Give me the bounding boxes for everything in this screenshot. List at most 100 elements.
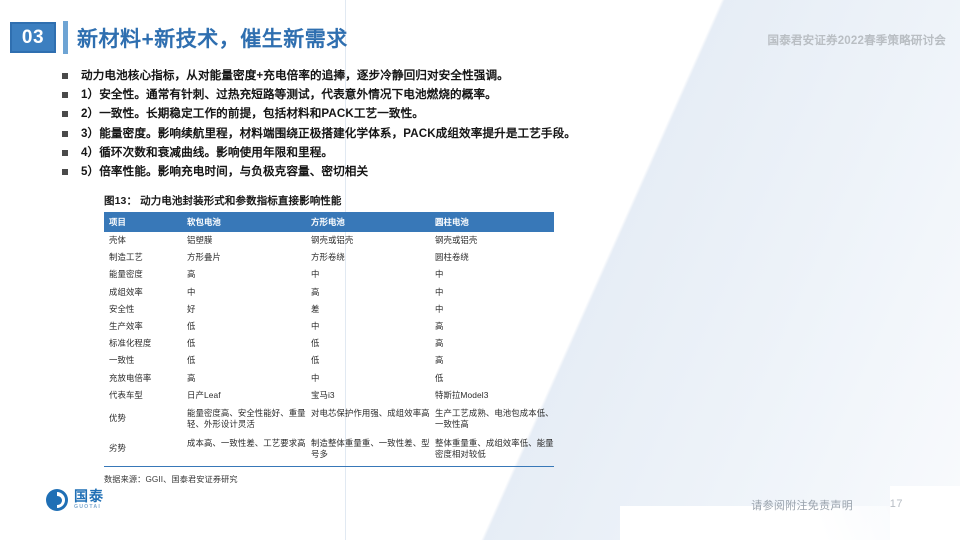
table-cell: 生产工艺成熟、电池包成本低、一致性高 [435, 407, 554, 429]
square-bullet-icon [62, 149, 68, 156]
row-label: 安全性 [109, 303, 135, 314]
table-row: 代表车型 日产Leaf 宝马i3 特斯拉Model3 [104, 387, 554, 404]
table-cell: 中 [435, 269, 444, 280]
table-cell: 成本高、一致性差、工艺要求高 [182, 433, 306, 467]
table-row: 制造工艺 方形叠片 方形卷绕 圆柱卷绕 [104, 249, 554, 266]
table-cell: 高 [187, 269, 196, 280]
table-cell: 日产Leaf [187, 389, 221, 400]
section-number-badge: 03 [10, 22, 56, 53]
table-cell: 中 [187, 286, 196, 297]
row-label: 劣势 [104, 433, 182, 467]
table-cell: 能量密度高、安全性能好、重量轻、外形设计灵活 [187, 407, 306, 429]
bullet-list: 动力电池核心指标，从对能量密度+充电倍率的追捧，逐步冷静回归对安全性强调。 1）… [62, 68, 662, 183]
company-logo: 国泰 GUOTAI [46, 489, 104, 511]
table-cell: 高 [435, 338, 444, 349]
row-label: 成组效率 [109, 286, 143, 297]
table-cell: 低 [187, 338, 196, 349]
table-row: 安全性 好 差 中 [104, 301, 554, 318]
table-row: 劣势 成本高、一致性差、工艺要求高 制造整体重量重、一致性差、型号多 整体重量重… [104, 433, 554, 467]
bullet-text: 动力电池核心指标，从对能量密度+充电倍率的追捧，逐步冷静回归对安全性强调。 [81, 69, 509, 82]
list-item: 1）安全性。通常有针刺、过热充短路等测试，代表意外情况下电池燃烧的概率。 [62, 87, 662, 102]
table-cell: 低 [187, 355, 196, 366]
table-row: 生产效率 低 中 高 [104, 318, 554, 335]
table-cell: 制造整体重量重、一致性差、型号多 [306, 433, 430, 467]
table-cell: 钢壳或铝壳 [435, 235, 478, 246]
comparison-table: 项目 软包电池 方形电池 圆柱电池 壳体 铝塑膜 钢壳或铝壳 钢壳或铝壳 制造工… [104, 212, 554, 467]
list-item: 5）倍率性能。影响充电时间，与负极克容量、密切相关 [62, 164, 662, 179]
table-cell: 低 [187, 321, 196, 332]
table-cell: 中 [435, 303, 444, 314]
list-item: 动力电池核心指标，从对能量密度+充电倍率的追捧，逐步冷静回归对安全性强调。 [62, 68, 662, 83]
table-cell: 高 [311, 286, 320, 297]
slide-canvas: 03 新材料+新技术，催生新需求 国泰君安证券2022春季策略研讨会 动力电池核… [0, 0, 960, 540]
page-number: 17 [889, 498, 903, 510]
bullet-text: 2）一致性。长期稳定工作的前提，包括材料和PACK工艺一致性。 [81, 107, 424, 121]
table-cell: 低 [311, 355, 320, 366]
table-row: 一致性 低 低 高 [104, 352, 554, 369]
square-bullet-icon [62, 130, 68, 137]
title-divider-rule [63, 21, 68, 54]
table-cell: 好 [187, 303, 196, 314]
list-item: 2）一致性。长期稳定工作的前提，包括材料和PACK工艺一致性。 [62, 106, 662, 121]
table-cell: 对电芯保护作用强、成组效率高 [311, 407, 430, 418]
row-label: 能量密度 [109, 269, 143, 280]
row-label: 壳体 [109, 235, 126, 246]
bullet-text: 4）循环次数和衰减曲线。影响使用年限和里程。 [81, 145, 334, 159]
figure-block: 图13： 动力电池封装形式和参数指标直接影响性能 项目 软包电池 方形电池 圆柱… [104, 193, 554, 485]
row-label: 充放电倍率 [109, 372, 152, 383]
logo-latin-name: GUOTAI [74, 504, 101, 511]
logo-mark-icon [46, 489, 68, 511]
row-label: 代表车型 [109, 389, 143, 400]
row-label: 优势 [109, 413, 126, 424]
table-cell: 高 [187, 372, 196, 383]
table-cell: 整体重量重、成组效率低、能量密度相对较低 [430, 433, 554, 467]
figure-source: 数据来源：GGII、国泰君安证券研究 [104, 474, 238, 484]
table-cell: 方形叠片 [187, 252, 221, 263]
page-title: 新材料+新技术，催生新需求 [77, 28, 348, 51]
table-cell: 高 [435, 321, 444, 332]
background-corner-block [890, 486, 960, 540]
square-bullet-icon [62, 111, 68, 118]
row-label: 一致性 [109, 355, 135, 366]
table-cell: 钢壳或铝壳 [311, 235, 354, 246]
row-label: 标准化程度 [109, 338, 152, 349]
table-cell: 中 [311, 269, 320, 280]
figure-caption: 图13： 动力电池封装形式和参数指标直接影响性能 [104, 195, 342, 207]
table-cell: 低 [435, 372, 444, 383]
table-cell: 圆柱卷绕 [435, 252, 469, 263]
table-cell: 铝塑膜 [187, 235, 213, 246]
table-cell: 特斯拉Model3 [435, 389, 489, 400]
table-cell: 差 [311, 303, 320, 314]
table-header-row: 项目 软包电池 方形电池 圆柱电池 [104, 212, 554, 232]
table-cell: 宝马i3 [311, 389, 335, 400]
table-cell: 中 [435, 286, 444, 297]
list-item: 4）循环次数和衰减曲线。影响使用年限和里程。 [62, 145, 662, 160]
square-bullet-icon [62, 92, 68, 99]
column-header-prismatic: 方形电池 [306, 212, 430, 232]
table-cell: 低 [311, 338, 320, 349]
logo-chinese-name: 国泰 [74, 488, 104, 505]
conference-name: 国泰君安证券2022春季策略研讨会 [767, 35, 946, 47]
slide-header: 03 新材料+新技术，催生新需求 国泰君安证券2022春季策略研讨会 [0, 0, 960, 66]
column-header-pouch: 软包电池 [182, 212, 306, 232]
table-cell: 中 [311, 372, 320, 383]
table-row: 壳体 铝塑膜 钢壳或铝壳 钢壳或铝壳 [104, 232, 554, 249]
row-label: 生产效率 [109, 321, 143, 332]
table-row: 标准化程度 低 低 高 [104, 335, 554, 352]
bullet-text: 5）倍率性能。影响充电时间，与负极克容量、密切相关 [81, 164, 369, 178]
table-cell: 中 [311, 321, 320, 332]
table-cell: 高 [435, 355, 444, 366]
square-bullet-icon [62, 168, 68, 175]
bullet-text: 1）安全性。通常有针刺、过热充短路等测试，代表意外情况下电池燃烧的概率。 [81, 88, 497, 102]
square-bullet-icon [62, 73, 68, 79]
table-row: 能量密度 高 中 中 [104, 266, 554, 283]
table-row: 成组效率 中 高 中 [104, 284, 554, 301]
row-label: 制造工艺 [109, 252, 143, 263]
bullet-text: 3）能量密度。影响续航里程，材料端围绕正极搭建化学体系，PACK成组效率提升是工… [81, 126, 576, 140]
table-row: 优势 能量密度高、安全性能好、重量轻、外形设计灵活 对电芯保护作用强、成组效率高… [104, 404, 554, 434]
column-header-cylindrical: 圆柱电池 [430, 212, 554, 232]
list-item: 3）能量密度。影响续航里程，材料端围绕正极搭建化学体系，PACK成组效率提升是工… [62, 126, 662, 141]
logo-wordmark: 国泰 GUOTAI [74, 489, 104, 510]
disclaimer-note: 请参阅附注免责声明 [751, 500, 853, 512]
column-header-item: 项目 [104, 212, 182, 232]
